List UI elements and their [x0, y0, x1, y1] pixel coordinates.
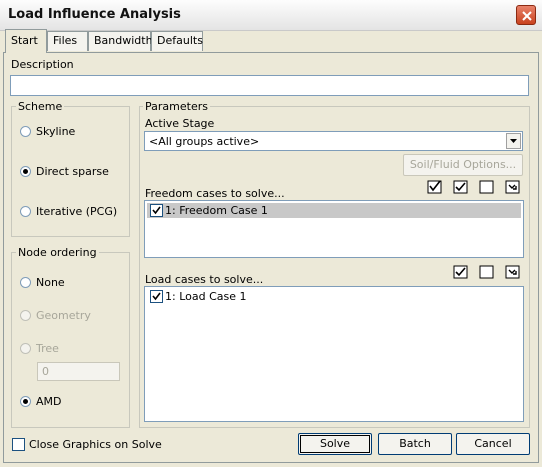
ordering-none-label[interactable]: None — [36, 276, 65, 289]
tab-start[interactable]: Start — [5, 29, 47, 53]
cancel-button[interactable]: Cancel — [456, 433, 530, 455]
scheme-skyline-radio[interactable] — [20, 126, 31, 137]
invert-selection-icon[interactable] — [505, 265, 520, 279]
ordering-none-radio[interactable] — [20, 277, 31, 288]
load-influence-dialog: Load Influence Analysis Start Files Band… — [0, 0, 542, 467]
chevron-down-icon[interactable] — [506, 133, 521, 149]
soil-fluid-options-button[interactable]: Soil/Fluid Options... — [403, 154, 523, 176]
list-item[interactable]: 1: Load Case 1 — [147, 289, 521, 304]
load-case-text: 1: Load Case 1 — [165, 290, 247, 303]
check-all-icon[interactable] — [453, 180, 468, 194]
solve-button[interactable]: Solve — [298, 433, 372, 455]
list-item[interactable]: 1: Freedom Case 1 — [147, 203, 521, 218]
check-all-icon[interactable] — [453, 265, 468, 279]
active-stage-value: <All groups active> — [149, 135, 260, 148]
close-graphics-checkbox[interactable] — [12, 438, 25, 451]
tab-files[interactable]: Files — [47, 31, 88, 51]
check-all-deep-icon[interactable] — [427, 180, 442, 194]
description-label: Description — [11, 58, 74, 71]
ordering-amd-radio[interactable] — [20, 396, 31, 407]
ordering-amd-label[interactable]: AMD — [36, 395, 62, 408]
freedom-case-checkbox[interactable] — [150, 204, 163, 217]
parameters-group-label: Parameters — [143, 100, 210, 113]
uncheck-all-icon[interactable] — [479, 180, 494, 194]
tree-value-input[interactable]: 0 — [37, 362, 120, 381]
close-graphics-label[interactable]: Close Graphics on Solve — [29, 438, 162, 451]
freedom-cases-list[interactable]: 1: Freedom Case 1 — [144, 200, 524, 258]
ordering-tree-label[interactable]: Tree — [36, 342, 59, 355]
ordering-tree-radio[interactable] — [20, 343, 31, 354]
title-bar[interactable]: Load Influence Analysis — [0, 0, 542, 31]
scheme-iterative-radio[interactable] — [20, 206, 31, 217]
window-title: Load Influence Analysis — [8, 7, 181, 22]
ordering-geometry-label[interactable]: Geometry — [36, 309, 91, 322]
freedom-cases-label: Freedom cases to solve... — [145, 187, 285, 200]
tab-defaults[interactable]: Defaults — [151, 31, 203, 51]
tree-value: 0 — [42, 365, 49, 378]
batch-button[interactable]: Batch — [378, 433, 452, 455]
uncheck-all-icon[interactable] — [479, 265, 494, 279]
tab-bandwidth[interactable]: Bandwidth — [88, 31, 153, 51]
load-cases-list[interactable]: 1: Load Case 1 — [144, 286, 524, 422]
active-stage-select[interactable]: <All groups active> — [144, 131, 523, 151]
invert-selection-icon[interactable] — [505, 180, 520, 194]
scheme-direct-sparse-radio[interactable] — [20, 166, 31, 177]
scheme-direct-sparse-label[interactable]: Direct sparse — [36, 165, 109, 178]
active-stage-label: Active Stage — [145, 117, 215, 130]
node-ordering-group-label: Node ordering — [16, 246, 99, 259]
load-case-checkbox[interactable] — [150, 290, 163, 303]
freedom-case-text: 1: Freedom Case 1 — [165, 204, 268, 217]
load-cases-label: Load cases to solve... — [145, 273, 264, 286]
scheme-iterative-label[interactable]: Iterative (PCG) — [36, 205, 117, 218]
description-input[interactable] — [10, 75, 529, 96]
close-icon[interactable] — [516, 5, 536, 25]
scheme-skyline-label[interactable]: Skyline — [36, 125, 75, 138]
scheme-group-label: Scheme — [16, 100, 65, 113]
ordering-geometry-radio[interactable] — [20, 310, 31, 321]
